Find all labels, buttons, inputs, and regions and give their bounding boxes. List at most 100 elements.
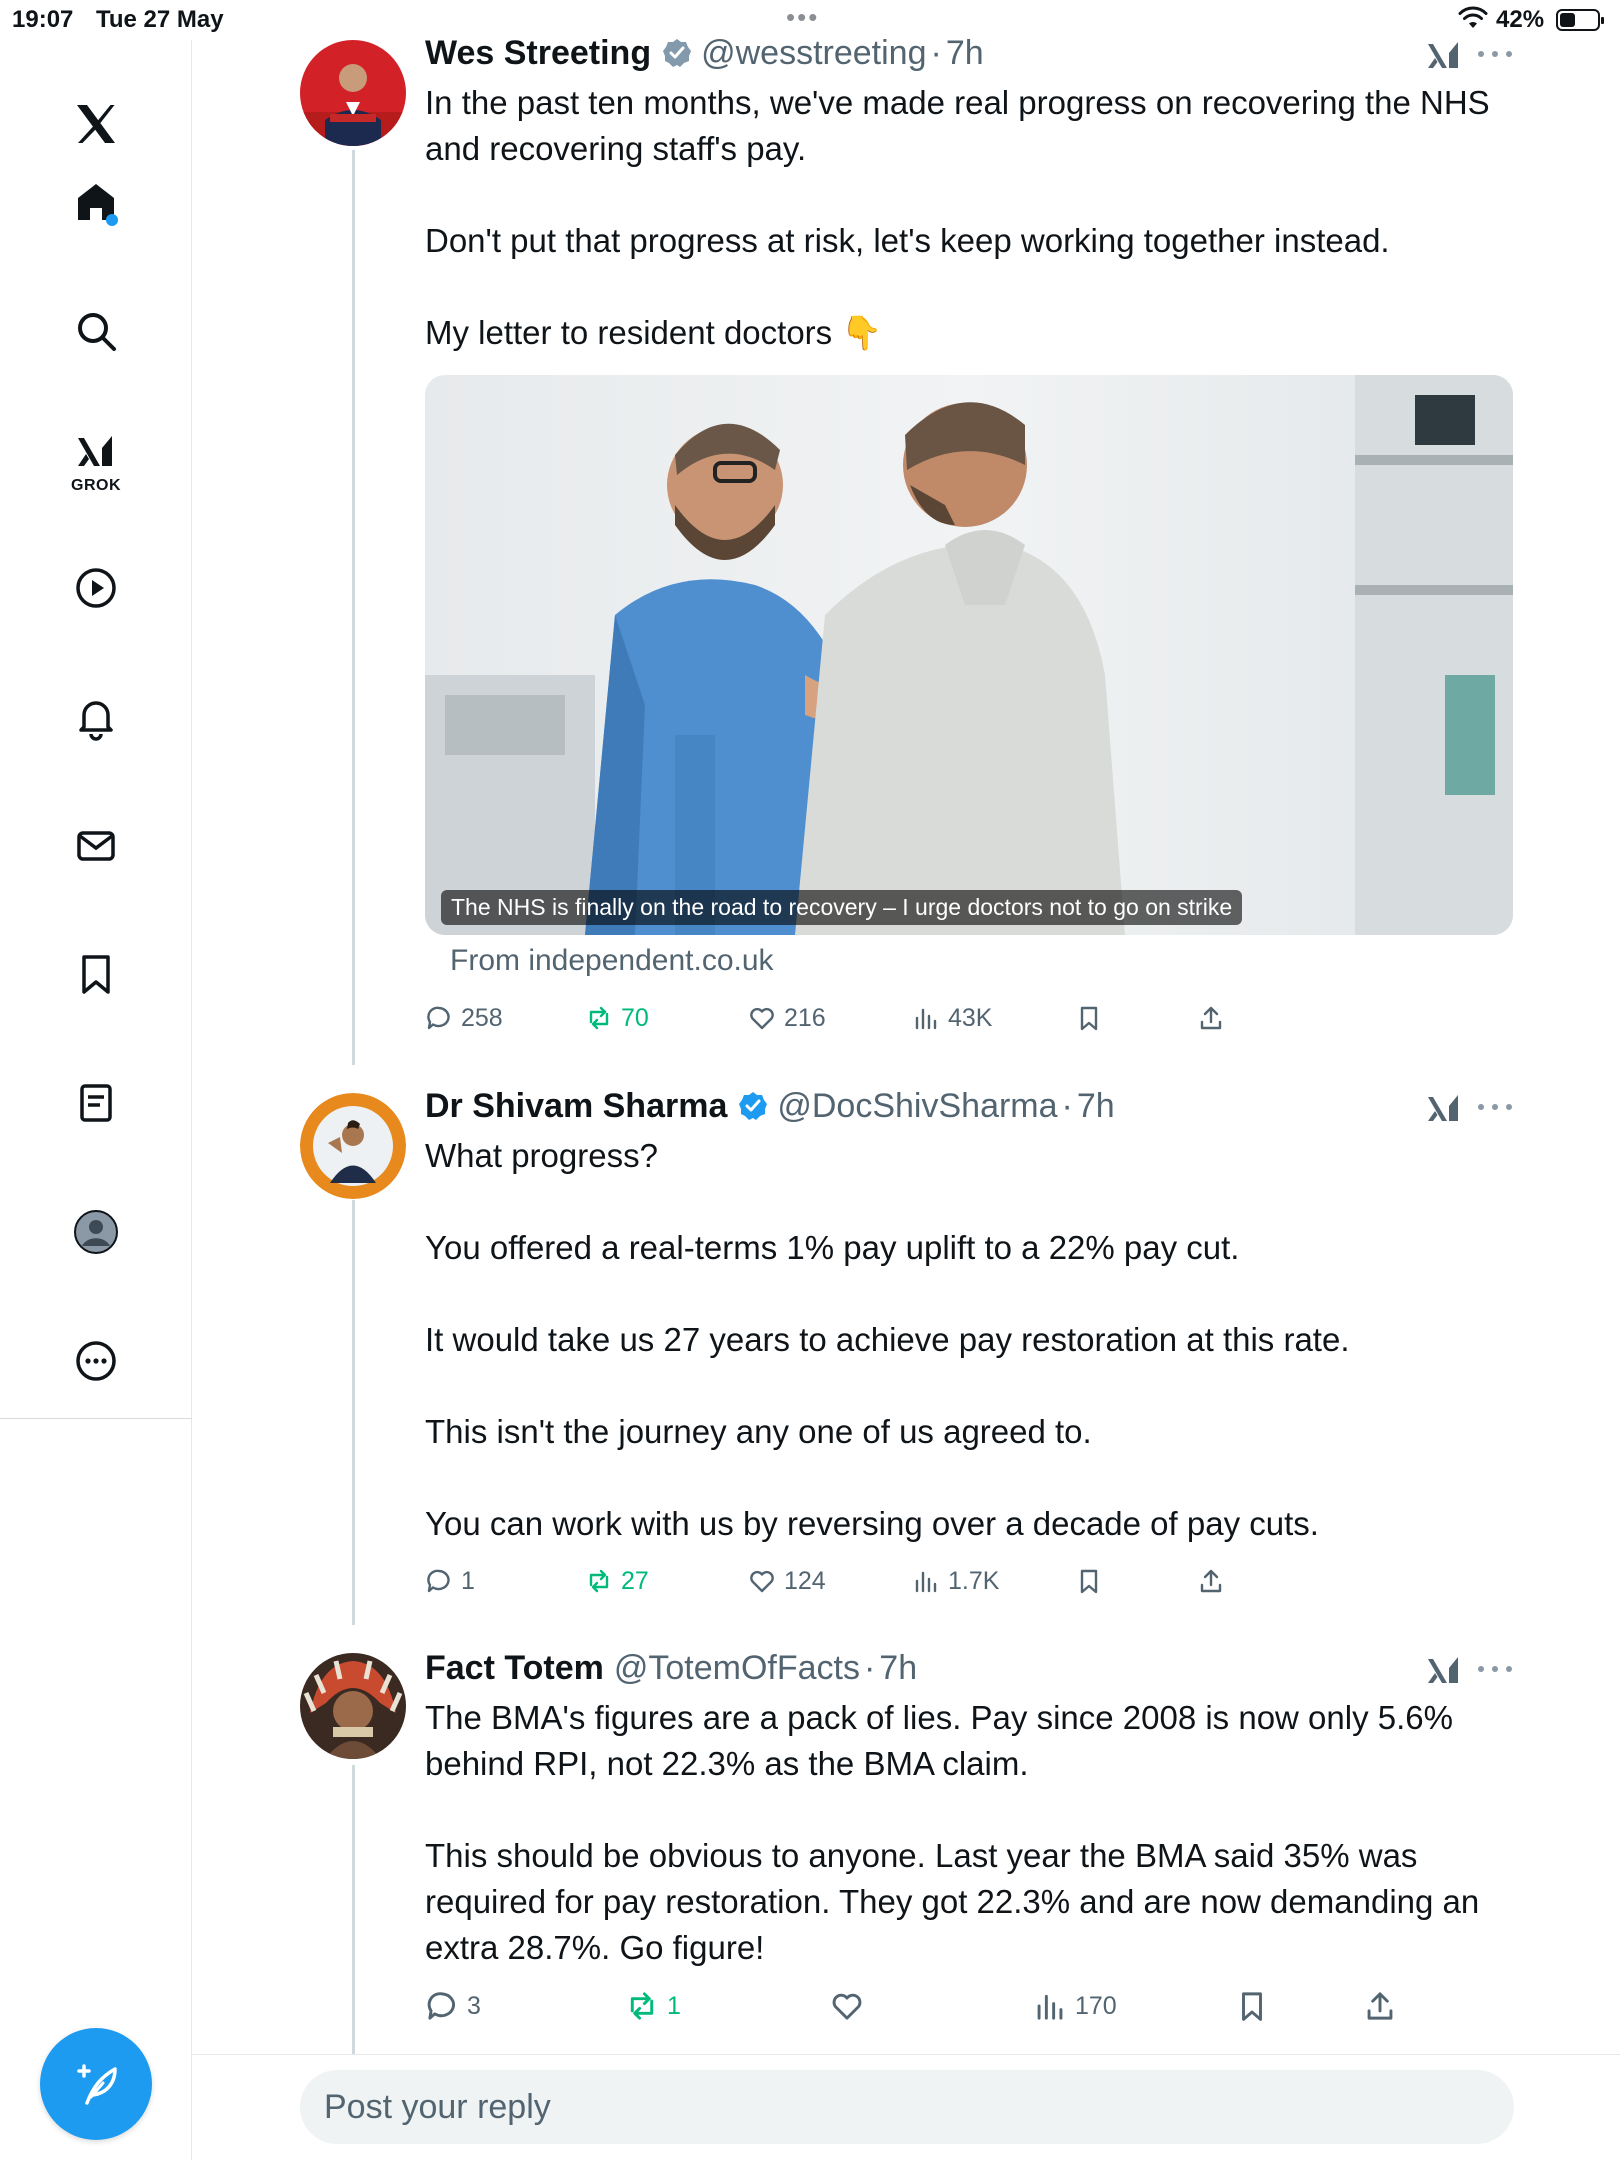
sidebar-divider <box>0 1418 192 1419</box>
thread-line <box>352 150 355 1065</box>
bookmark-icon[interactable] <box>62 940 130 1008</box>
wifi-icon <box>1458 6 1488 28</box>
reply-box <box>300 2070 1514 2144</box>
repost-count: 70 <box>621 1003 649 1032</box>
like-count: 124 <box>784 1566 826 1595</box>
tweet-actions: 3 1 170 <box>425 1986 1525 2026</box>
reply-icon <box>427 1992 455 2020</box>
bookmark-button[interactable] <box>1075 998 1111 1038</box>
reply-button[interactable]: 3 <box>425 1986 481 2026</box>
bookmark-button[interactable] <box>1075 1561 1111 1601</box>
sidebar: GROK <box>0 40 192 2160</box>
avatar[interactable] <box>300 40 406 146</box>
bookmark-button[interactable] <box>1235 1986 1277 2026</box>
compose-button[interactable] <box>40 2028 152 2140</box>
thread-line <box>352 1200 355 1625</box>
author-name[interactable]: Fact Totem <box>425 1649 604 1688</box>
grok-icon[interactable] <box>1424 1651 1464 1691</box>
separator-dot: · <box>863 1648 876 1687</box>
like-count: 216 <box>784 1003 826 1032</box>
tweet-actions: 258 70 216 43K <box>425 998 1525 1038</box>
more-options-icon[interactable] <box>1478 1097 1512 1117</box>
author-name[interactable]: Wes Streeting <box>425 34 651 73</box>
heart-icon <box>750 1570 774 1593</box>
home-notification-dot <box>106 214 118 226</box>
views-chart-icon <box>915 1571 937 1593</box>
more-options-icon[interactable] <box>1478 1659 1512 1679</box>
separator-dot: · <box>1061 1086 1073 1125</box>
home-icon[interactable] <box>62 168 130 236</box>
reply-button[interactable]: 258 <box>425 998 503 1038</box>
grok-icon[interactable] <box>1424 1089 1464 1129</box>
views-chart-icon <box>915 1008 937 1030</box>
x-logo-icon[interactable] <box>62 90 130 158</box>
tweet-actions: 1 27 124 1.7K <box>425 1561 1525 1601</box>
like-button[interactable]: 216 <box>748 998 826 1038</box>
status-time: 19:07 <box>12 6 74 33</box>
bookmark-icon <box>1080 1569 1098 1594</box>
repost-icon <box>589 1006 609 1030</box>
share-button[interactable] <box>1363 1986 1405 2026</box>
reply-count: 3 <box>467 1991 481 2020</box>
repost-button[interactable]: 1 <box>625 1986 681 2026</box>
more-circle-icon[interactable] <box>62 1327 130 1395</box>
timestamp[interactable]: 7h <box>879 1649 917 1688</box>
views-button[interactable]: 1.7K <box>912 1561 999 1601</box>
bookmark-icon <box>1242 1992 1262 2021</box>
author-handle[interactable]: @wesstreeting <box>701 34 926 73</box>
view-count: 1.7K <box>948 1566 1000 1595</box>
grok-icon[interactable] <box>62 418 130 486</box>
reply-icon <box>427 1006 450 1030</box>
repost-icon <box>589 1569 609 1593</box>
avatar[interactable] <box>300 1093 406 1199</box>
verified-badge-icon <box>663 39 692 67</box>
more-options-icon[interactable] <box>1478 44 1512 64</box>
avatar[interactable] <box>300 1653 406 1759</box>
author-handle[interactable]: @TotemOfFacts <box>614 1649 860 1688</box>
reply-button[interactable]: 1 <box>425 1561 475 1601</box>
thread-line <box>352 1765 355 2055</box>
heart-icon <box>750 1007 774 1030</box>
bell-icon[interactable] <box>62 683 130 751</box>
bookmark-icon <box>1080 1006 1098 1031</box>
reply-count: 258 <box>461 1003 503 1032</box>
reply-divider <box>192 2054 1620 2055</box>
tweet-text: The BMA's figures are a pack of lies. Pa… <box>425 1699 1480 1966</box>
repost-button[interactable]: 27 <box>585 1561 649 1601</box>
link-card-image[interactable]: The NHS is finally on the road to recove… <box>425 375 1513 935</box>
battery-icon <box>1556 9 1604 31</box>
view-count: 43K <box>948 1003 993 1032</box>
card-source-link[interactable]: From independent.co.uk <box>450 944 774 978</box>
battery-percent: 42% <box>1496 6 1545 33</box>
repost-button[interactable]: 70 <box>585 998 649 1038</box>
views-button[interactable]: 43K <box>912 998 992 1038</box>
timestamp[interactable]: 7h <box>1077 1087 1115 1126</box>
tweet-text: What progress? You offered a real-terms … <box>425 1137 1350 1542</box>
profile-icon[interactable] <box>62 1198 130 1266</box>
like-button[interactable]: 124 <box>748 1561 826 1601</box>
repost-count: 27 <box>621 1566 649 1595</box>
search-icon[interactable] <box>62 297 130 365</box>
share-icon <box>1200 1006 1222 1030</box>
share-button[interactable] <box>1197 1561 1233 1601</box>
reply-icon <box>427 1569 450 1593</box>
view-count: 170 <box>1075 1991 1117 2020</box>
play-icon[interactable] <box>62 554 130 622</box>
repost-icon <box>630 1992 654 2020</box>
views-button[interactable]: 170 <box>1033 1986 1117 2026</box>
list-icon[interactable] <box>62 1069 130 1137</box>
compose-feather-icon <box>77 2064 117 2105</box>
share-button[interactable] <box>1197 998 1233 1038</box>
separator-dot: · <box>930 33 942 72</box>
author-name[interactable]: Dr Shivam Sharma <box>425 1087 727 1126</box>
share-icon <box>1367 1992 1393 2020</box>
grok-icon[interactable] <box>1424 36 1464 76</box>
verified-badge-icon <box>739 1092 768 1120</box>
timestamp[interactable]: 7h <box>946 34 984 73</box>
like-button[interactable] <box>830 1986 872 2026</box>
battery-level-fill <box>1560 13 1575 27</box>
author-handle[interactable]: @DocShivSharma <box>777 1087 1057 1126</box>
multitasking-dots-icon[interactable]: ••• <box>786 2 819 33</box>
mail-icon[interactable] <box>62 812 130 880</box>
reply-input[interactable] <box>324 2070 1484 2144</box>
